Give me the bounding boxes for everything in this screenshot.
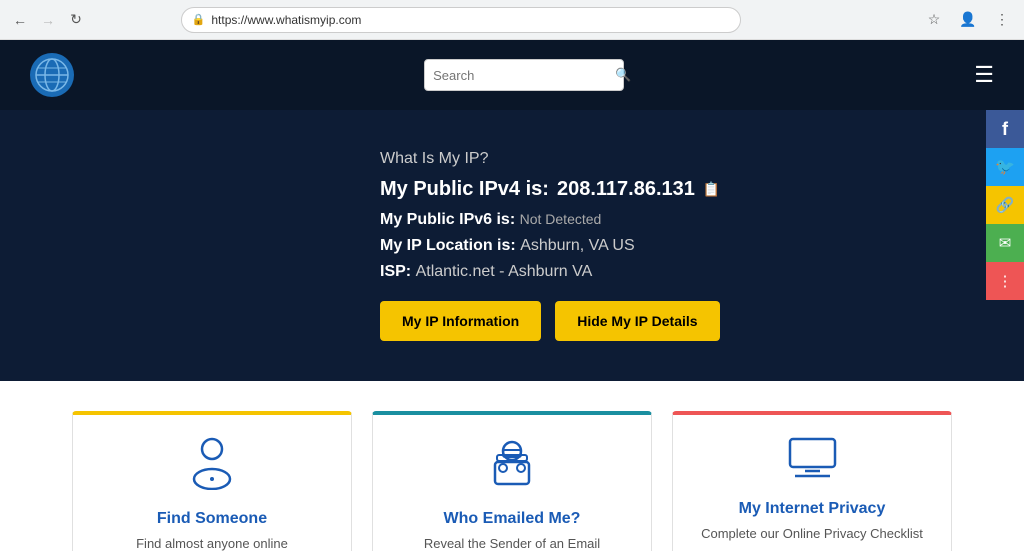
twitter-icon: 🐦 [995, 157, 1015, 177]
location-value: Ashburn, VA US [520, 237, 634, 254]
card-find-someone[interactable]: Find Someone Find almost anyone online [72, 411, 352, 551]
ipv6-label: My Public IPv6 is: [380, 211, 515, 228]
email-icon: ✉ [999, 234, 1012, 252]
ipv4-value: 208.117.86.131 [557, 178, 695, 201]
card-who-emailed[interactable]: Who Emailed Me? Reveal the Sender of an … [372, 411, 652, 551]
profile-button[interactable]: 👤 [956, 8, 980, 32]
search-input[interactable] [433, 68, 609, 83]
card-3-desc: Complete our Online Privacy Checklist [701, 526, 923, 541]
hide-ip-button[interactable]: Hide My IP Details [555, 301, 719, 341]
card-1-desc: Find almost anyone online [136, 536, 288, 551]
isp-value: Atlantic.net - Ashburn VA [416, 263, 593, 280]
location-label: My IP Location is: [380, 237, 516, 254]
share-icon: ⋮ [998, 272, 1013, 290]
hamburger-button[interactable]: ☰ [974, 62, 994, 88]
facebook-button[interactable]: f [986, 110, 1024, 148]
menu-button[interactable]: ⋮ [990, 8, 1014, 32]
site-logo[interactable] [30, 53, 74, 97]
back-button[interactable]: ← [10, 10, 30, 30]
twitter-button[interactable]: 🐦 [986, 148, 1024, 186]
card-2-desc: Reveal the Sender of an Email [424, 536, 600, 551]
card-2-title: Who Emailed Me? [444, 510, 581, 528]
link-icon: 🔗 [996, 196, 1015, 214]
card-3-title: My Internet Privacy [739, 500, 886, 518]
header-search-wrap: 🔍 [74, 59, 974, 91]
internet-privacy-icon [785, 435, 840, 490]
who-emailed-icon [485, 435, 540, 500]
search-icon: 🔍 [615, 67, 631, 83]
isp-label: ISP: [380, 263, 411, 280]
facebook-icon: f [1002, 119, 1008, 140]
hero-buttons: My IP Information Hide My IP Details [380, 301, 1024, 341]
share-button[interactable]: ⋮ [986, 262, 1024, 300]
card-1-title: Find Someone [157, 510, 267, 528]
address-bar: 🔒 [181, 7, 741, 33]
card-internet-privacy[interactable]: My Internet Privacy Complete our Online … [672, 411, 952, 551]
email-button[interactable]: ✉ [986, 224, 1024, 262]
browser-right-icons: ☆ 👤 ⋮ [922, 8, 1014, 32]
hero-location-row: My IP Location is: Ashburn, VA US [380, 237, 1024, 255]
site-header: 🔍 ☰ [0, 40, 1024, 110]
link-button[interactable]: 🔗 [986, 186, 1024, 224]
hero-what-label: What Is My IP? [380, 150, 1024, 168]
hero-ipv6-row: My Public IPv6 is: Not Detected [380, 211, 1024, 229]
ipv4-label: My Public IPv4 is: [380, 178, 549, 201]
forward-button[interactable]: → [38, 10, 58, 30]
hero-section: What Is My IP? My Public IPv4 is: 208.11… [0, 110, 1024, 381]
browser-chrome: ← → ↻ 🔒 ☆ 👤 ⋮ [0, 0, 1024, 40]
header-search-box: 🔍 [424, 59, 624, 91]
cards-section: Find Someone Find almost anyone online [0, 381, 1024, 551]
lock-icon: 🔒 [192, 13, 206, 26]
url-input[interactable] [211, 13, 729, 27]
logo-icon [35, 58, 69, 92]
hero-ipv4-row: My Public IPv4 is: 208.117.86.131 📋 [380, 178, 1024, 201]
bookmark-button[interactable]: ☆ [922, 8, 946, 32]
my-ip-info-button[interactable]: My IP Information [380, 301, 541, 341]
reload-button[interactable]: ↻ [66, 10, 86, 30]
find-someone-icon [187, 435, 237, 500]
social-sidebar: f 🐦 🔗 ✉ ⋮ [986, 110, 1024, 300]
webpage: 🔍 ☰ What Is My IP? My Public IPv4 is: 20… [0, 40, 1024, 551]
hero-isp-row: ISP: Atlantic.net - Ashburn VA [380, 263, 1024, 281]
copy-icon[interactable]: 📋 [703, 181, 720, 198]
ipv6-value: Not Detected [520, 211, 602, 227]
